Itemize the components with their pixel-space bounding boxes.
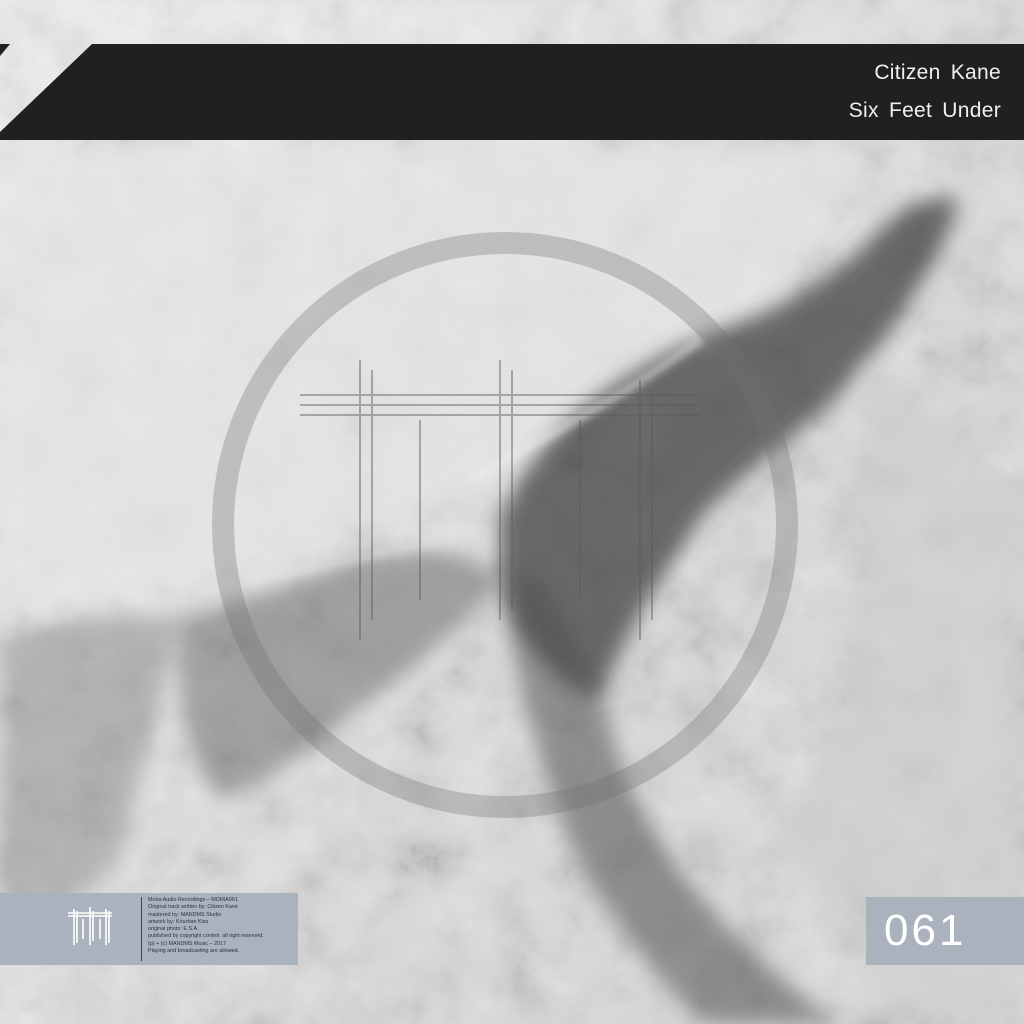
- credits-divider: [141, 897, 142, 961]
- terrain-background: [0, 0, 1024, 1024]
- track-title: Six Feet Under: [848, 99, 1001, 122]
- credit-line: artwork by: Krisztian Kiss: [148, 918, 209, 925]
- title-banner: Citizen Kane Six Feet Under: [0, 44, 1024, 140]
- credit-line: original photo: E.S.A.: [148, 926, 199, 933]
- catalog-badge: 061: [866, 897, 1024, 965]
- credit-line: mastered by: MANDMS Studio: [148, 911, 222, 918]
- catalog-number: 061: [884, 906, 967, 955]
- credit-line: Playing and broadcasting are allowed.: [148, 948, 240, 955]
- credits-text: Moira Audio Recordings – MOIRA061 Origin…: [148, 897, 296, 955]
- credit-line: (p) + (c) MANDMS Music – 2017: [148, 940, 227, 947]
- album-cover: Citizen Kane Six Feet Under Moira Audio …: [0, 0, 1024, 1024]
- credit-line: published by copyright control. all righ…: [148, 933, 264, 940]
- credit-line: Original track written by: Citizen Kane: [148, 904, 238, 911]
- moira-label-logo-icon: [68, 907, 112, 945]
- banner-text: Citizen Kane Six Feet Under: [849, 62, 1001, 121]
- credits-panel: Moira Audio Recordings – MOIRA061 Origin…: [0, 893, 298, 965]
- artist-name: Citizen Kane: [874, 61, 1001, 84]
- credit-line: Moira Audio Recordings – MOIRA061: [148, 897, 238, 903]
